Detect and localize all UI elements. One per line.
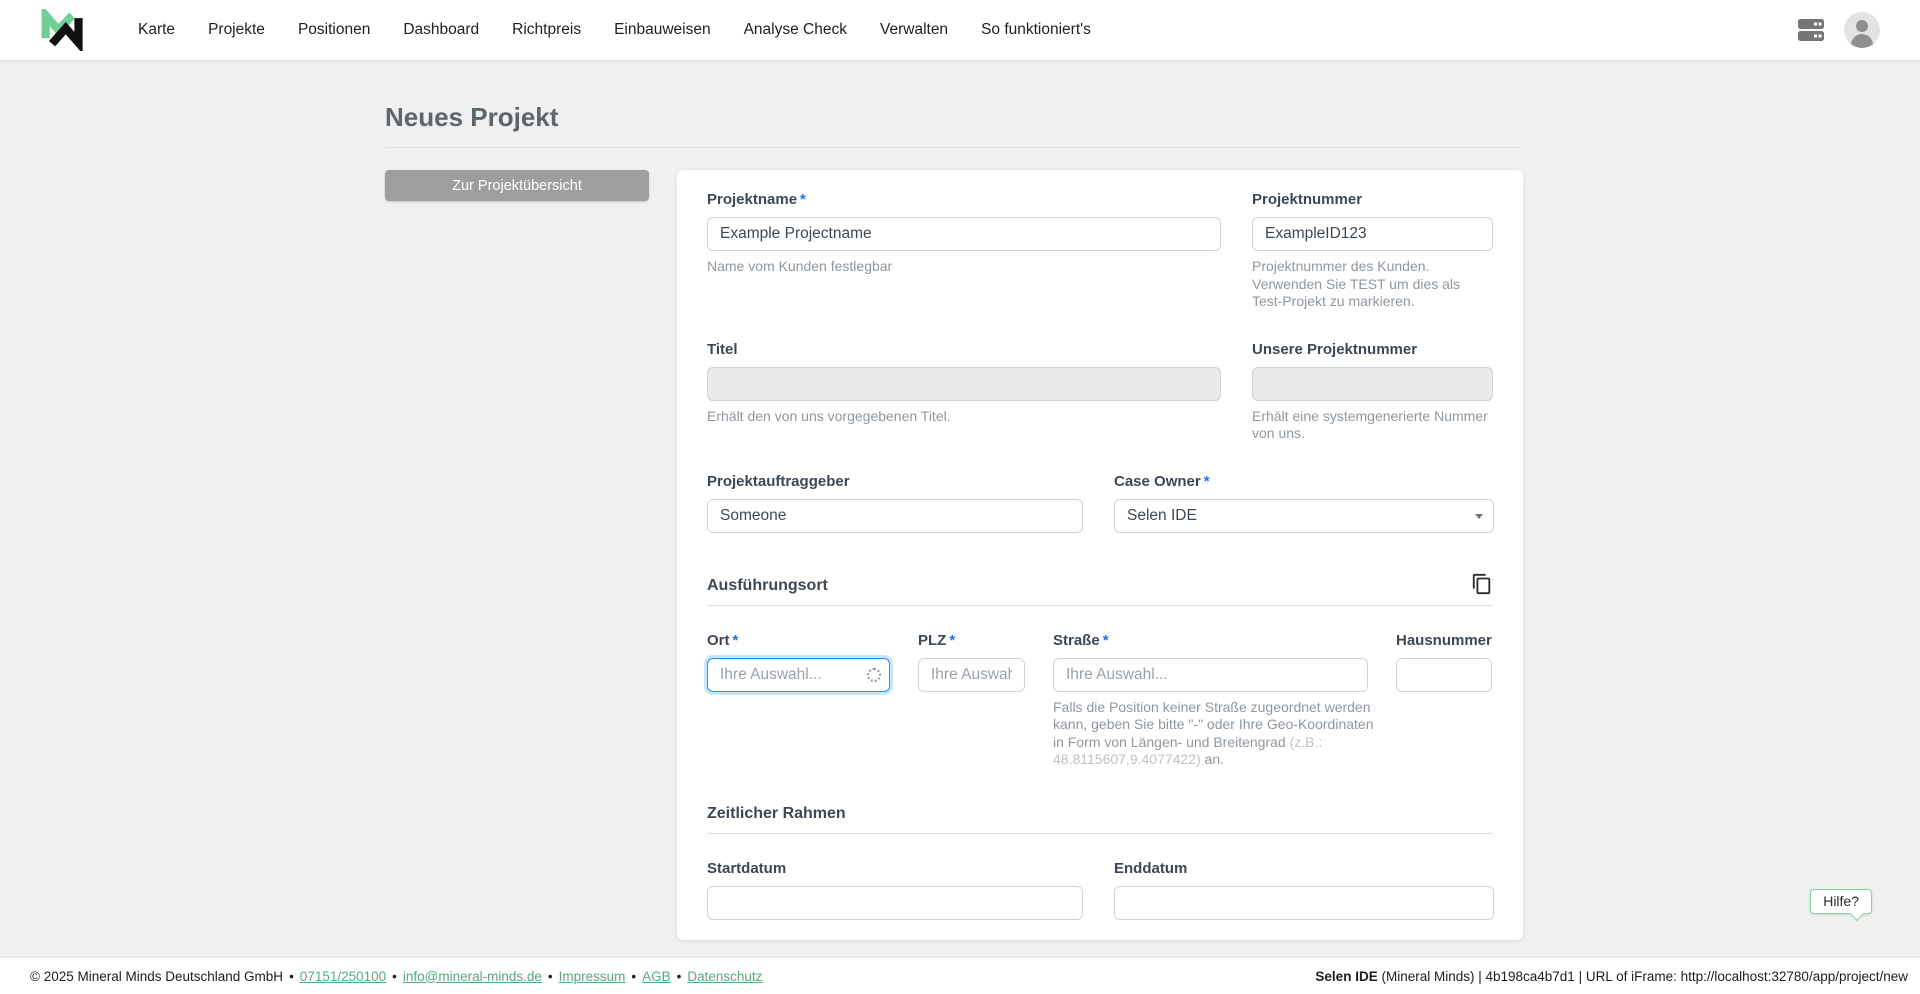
titel-helper: Erhält den von uns vorgegebenen Titel. — [707, 407, 951, 424]
required-asterisk: * — [949, 631, 956, 649]
startdatum-label: Startdatum — [707, 859, 787, 877]
ort-input[interactable] — [707, 657, 890, 692]
nav-item-analyse-check[interactable]: Analyse Check — [744, 21, 847, 38]
strasse-helper: Falls die Position keiner Straße zugeord… — [1053, 698, 1374, 768]
hausnummer-input[interactable] — [1396, 657, 1492, 692]
enddatum-input[interactable] — [1114, 885, 1494, 920]
nav-item-dashboard[interactable]: Dashboard — [403, 21, 479, 38]
brand-logo-icon[interactable] — [40, 9, 86, 51]
ausfuehrungsort-section-title: Ausführungsort — [707, 576, 828, 594]
projektnummer-label: Projektnummer — [1252, 191, 1363, 208]
phone-link[interactable]: 07151/250100 — [300, 969, 386, 984]
nav-item-einbauweisen[interactable]: Einbauweisen — [614, 21, 711, 38]
nav-item-so-funktionierts[interactable]: So funktioniert's — [981, 21, 1091, 38]
case-owner-select[interactable] — [1114, 498, 1494, 533]
page-title: Neues Projekt — [385, 60, 1523, 148]
plz-label: PLZ * — [918, 631, 956, 649]
projektauftraggeber-label: Projektauftraggeber — [707, 472, 850, 490]
case-owner-label: Case Owner * — [1114, 472, 1210, 490]
nav-item-verwalten[interactable]: Verwalten — [880, 21, 948, 38]
projektname-helper: Name vom Kunden festlegbar — [707, 258, 893, 274]
back-to-projects-button[interactable]: Zur Projektübersicht — [385, 170, 649, 201]
nav-item-karte[interactable]: Karte — [138, 21, 175, 38]
project-form-card: Projektname* Name vom Kunden festlegbar … — [677, 170, 1523, 940]
titel-label: Titel — [707, 340, 738, 358]
loading-spinner-icon — [867, 667, 881, 682]
copy-icon[interactable] — [1471, 573, 1493, 595]
nav-item-richtpreis[interactable]: Richtpreis — [512, 21, 581, 38]
projektnummer-input[interactable] — [1252, 217, 1493, 251]
strasse-input[interactable] — [1053, 657, 1368, 692]
footer: © 2025 Mineral Minds Deutschland GmbH • … — [0, 958, 1920, 994]
zeitlicher-rahmen-section-title: Zeitlicher Rahmen — [707, 804, 846, 822]
required-asterisk: * — [800, 191, 806, 208]
agb-link[interactable]: AGB — [642, 969, 671, 984]
help-button[interactable]: Hilfe? — [1810, 889, 1872, 921]
nav-item-projekte[interactable]: Projekte — [208, 21, 265, 38]
projektname-label: Projektname * — [707, 191, 806, 208]
unsere-projektnummer-helper: Erhält eine systemgenerierte Nummer von … — [1252, 407, 1488, 442]
nav-item-positionen[interactable]: Positionen — [298, 21, 370, 38]
required-asterisk: * — [1203, 472, 1210, 490]
email-link[interactable]: info@mineral-minds.de — [403, 969, 542, 984]
enddatum-label: Enddatum — [1114, 859, 1188, 877]
help-button-label: Hilfe? — [1823, 893, 1859, 909]
projektnummer-helper: Projektnummer des Kunden. Verwenden Sie … — [1252, 258, 1461, 309]
session-status: Selen IDE (Mineral Minds) | 4b198ca4b7d1… — [1315, 968, 1908, 984]
server-icon[interactable] — [1796, 16, 1826, 44]
user-avatar-icon[interactable] — [1844, 12, 1880, 48]
strasse-label: Straße * — [1053, 631, 1109, 649]
ort-label: Ort * — [707, 631, 739, 649]
required-asterisk: * — [1102, 631, 1109, 649]
projektauftraggeber-input[interactable] — [707, 498, 1083, 533]
copyright-text: © 2025 Mineral Minds Deutschland GmbH — [30, 968, 284, 984]
titel-input — [707, 366, 1221, 401]
plz-input[interactable] — [918, 657, 1025, 692]
top-navigation: Karte Projekte Positionen Dashboard Rich… — [0, 0, 1920, 60]
projektname-input[interactable] — [707, 217, 1221, 251]
unsere-projektnummer-label: Unsere Projektnummer — [1252, 340, 1418, 358]
impressum-link[interactable]: Impressum — [559, 969, 626, 984]
required-asterisk: * — [732, 631, 739, 649]
datenschutz-link[interactable]: Datenschutz — [687, 969, 762, 984]
main-content: Neues Projekt Zur Projektübersicht Proje… — [385, 60, 1523, 994]
unsere-projektnummer-input — [1252, 366, 1493, 401]
nav-links: Karte Projekte Positionen Dashboard Rich… — [138, 21, 1091, 39]
startdatum-input[interactable] — [707, 885, 1083, 920]
hausnummer-label: Hausnummer — [1396, 631, 1492, 649]
